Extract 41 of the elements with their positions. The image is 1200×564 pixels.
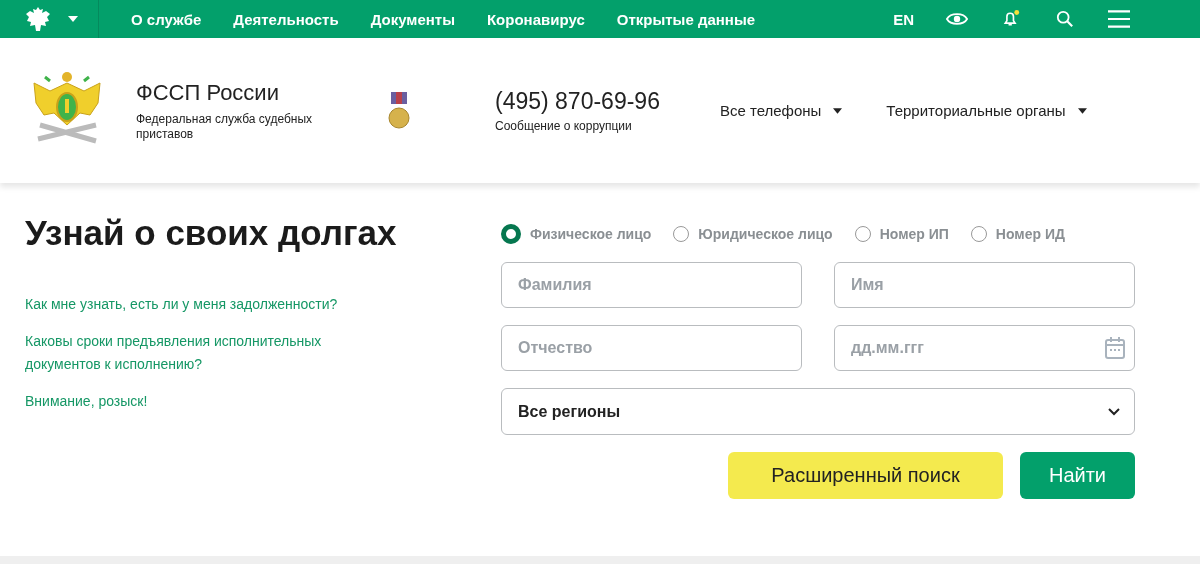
calendar-icon[interactable] <box>1105 337 1125 359</box>
input-field[interactable]: дд.мм.ггг <box>834 325 1135 371</box>
region-select[interactable]: Все регионы <box>501 388 1135 435</box>
radio-circle[interactable] <box>501 224 521 244</box>
dropdown-toggle[interactable]: Территориальные органы <box>886 102 1087 119</box>
nav-link[interactable]: Документы <box>370 10 455 28</box>
search-button[interactable]: Найти <box>1020 452 1135 499</box>
nav-link[interactable]: О службе <box>131 10 202 28</box>
radio-label: Юридическое лицо <box>698 226 833 242</box>
radio-option[interactable]: Номер ИД <box>970 226 1065 242</box>
caret-icon <box>833 107 843 114</box>
dropdown-toggle[interactable]: Все телефоны <box>719 102 843 119</box>
phone-note: Сообщение о коррупции <box>495 119 633 133</box>
advanced-search-button[interactable]: Расширенный поиск <box>728 452 1003 499</box>
caret-icon <box>1077 107 1087 114</box>
radio-option[interactable]: Юридическое лицо <box>673 226 833 242</box>
phone-number[interactable]: (495) 870-69-96 <box>495 88 660 115</box>
nav-link[interactable]: Открытые данные <box>616 10 756 28</box>
input-field[interactable]: Фамилия <box>501 262 802 308</box>
input-field[interactable]: Имя <box>834 262 1135 308</box>
faq-link[interactable]: Как мне узнать, есть ли у меня задолженности? <box>25 293 365 316</box>
site-subtitle: Федеральная служба судебных приставов <box>136 111 314 142</box>
chevron-icon <box>1108 407 1120 416</box>
radio-label: Номер ИП <box>879 226 949 242</box>
faq-link[interactable]: Внимание, розыск! <box>25 390 365 413</box>
page-heading: Узнай о своих долгах <box>25 213 397 253</box>
radio-label: Номер ИД <box>995 226 1065 242</box>
nav-link[interactable]: Деятельность <box>233 10 339 28</box>
medal-icon <box>388 91 410 130</box>
radio-label: Физическое лицо <box>530 226 652 242</box>
radio-option[interactable]: Номер ИП <box>854 226 949 242</box>
site-title: ФССП России <box>136 79 280 106</box>
menu-icon[interactable] <box>1108 10 1130 28</box>
radio-option[interactable]: Физическое лицо <box>501 224 652 244</box>
nav-link[interactable]: Коронавирус <box>486 10 585 28</box>
input-field[interactable]: Отчество <box>501 325 802 371</box>
language-link[interactable]: EN <box>893 10 914 28</box>
caret-icon[interactable] <box>68 16 78 22</box>
eye-icon[interactable] <box>946 10 968 28</box>
faq-link[interactable]: Каковы сроки предъявления исполнительных документов к исполнению? <box>25 330 365 376</box>
search-icon[interactable] <box>1054 10 1076 28</box>
